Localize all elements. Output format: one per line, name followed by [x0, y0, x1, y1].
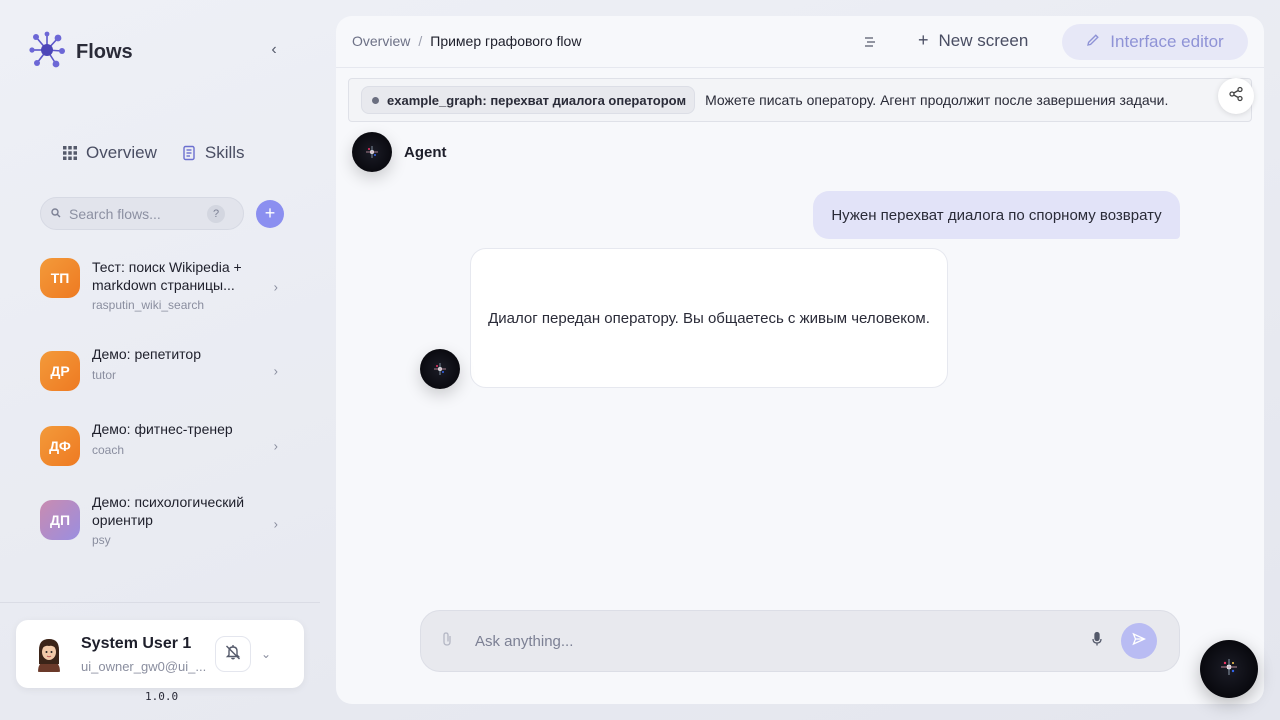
topbar: Overview / Пример графового flow + New s…: [336, 16, 1264, 68]
search-box[interactable]: ?: [40, 197, 244, 230]
agent-header: Agent: [352, 132, 447, 172]
chevron-right-icon: ›: [273, 516, 278, 531]
brand[interactable]: Flows: [28, 31, 133, 74]
bot-message: Диалог передан оператору. Вы общаетесь с…: [470, 248, 948, 388]
list-icon: [862, 37, 878, 54]
flow-avatar: ДП: [40, 500, 80, 540]
help-icon[interactable]: ?: [207, 204, 225, 223]
plus-icon: +: [264, 203, 276, 223]
message-input[interactable]: [475, 632, 1075, 650]
nav-skills-label: Skills: [204, 143, 245, 162]
operator-banner: example_graph: перехват диалога оператор…: [348, 78, 1252, 122]
chevron-right-icon: ›: [273, 438, 278, 454]
nav-skills[interactable]: Skills: [181, 143, 245, 163]
agent-avatar-icon: [420, 349, 460, 389]
search-icon: [51, 205, 61, 223]
agent-name: Agent: [404, 143, 447, 161]
user-message: Нужен перехват диалога по спорному возвр…: [813, 191, 1180, 239]
user-email: ui_owner_gw0@ui_...: [81, 658, 207, 674]
interface-editor-button[interactable]: Interface editor: [1062, 24, 1248, 60]
flow-avatar: ТП: [40, 258, 80, 298]
breadcrumb-separator: /: [418, 33, 423, 49]
nav-overview[interactable]: Overview: [62, 143, 157, 163]
pencil-icon: [1086, 32, 1100, 52]
flow-slug: rasputin_wiki_search: [92, 298, 205, 312]
new-screen-button[interactable]: + New screen: [918, 30, 1028, 51]
app-version: 1.0.0: [145, 690, 179, 703]
sparkle-icon: [1220, 658, 1238, 681]
assistant-fab-button[interactable]: [1200, 640, 1258, 698]
chevron-right-icon: ›: [273, 363, 278, 379]
sidebar-divider: [0, 602, 320, 603]
flow-list: ТП Тест: поиск Wikipedia + markdown стра…: [40, 258, 284, 547]
voice-button[interactable]: [1087, 631, 1107, 651]
status-chip: example_graph: перехват диалога оператор…: [361, 86, 696, 114]
flow-avatar: ДФ: [40, 426, 80, 466]
chevron-right-icon: ›: [273, 279, 278, 295]
notifications-button[interactable]: [215, 636, 251, 672]
composer: [420, 610, 1180, 672]
flow-slug: psy: [92, 533, 111, 547]
collapse-sidebar-button[interactable]: ‹: [264, 40, 284, 60]
user-name: System User 1: [81, 634, 192, 652]
flow-title: Демо: репетитор: [92, 346, 201, 362]
banner-text: Можете писать оператору. Агент продолжит…: [705, 92, 1169, 108]
scroll-icon: [181, 145, 197, 161]
flow-slug: tutor: [92, 368, 117, 382]
status-chip-label: example_graph: перехват диалога оператор…: [387, 92, 687, 108]
attach-icon[interactable]: [441, 631, 453, 652]
flow-title: Тест: поиск Wikipedia + markdown страниц…: [92, 259, 242, 293]
nav-overview-label: Overview: [86, 143, 157, 162]
molecule-logo-icon: [28, 31, 66, 74]
avatar: [34, 636, 64, 672]
brand-name: Flows: [76, 41, 133, 63]
flow-item[interactable]: ДР Демо: репетитор tutor ›: [40, 346, 284, 391]
main-panel: Overview / Пример графового flow + New s…: [336, 16, 1264, 704]
status-dot-icon: [372, 96, 379, 104]
sidebar-nav: Overview Skills: [62, 143, 245, 163]
flow-title: Демо: психологический ориентир: [92, 494, 245, 528]
chevron-left-icon: ‹: [271, 41, 277, 58]
sidebar: Flows ‹ Overview Skills Search flows... …: [0, 0, 320, 720]
flow-item[interactable]: ДФ Демо: фитнес-тренер coach ›: [40, 421, 284, 466]
flow-item[interactable]: ДП Демо: психологический ориентир psy ›: [40, 494, 284, 547]
send-icon: [1132, 632, 1147, 651]
flow-slug: coach: [92, 443, 125, 457]
plus-icon: +: [918, 30, 929, 50]
chevron-down-icon[interactable]: ⌄: [261, 647, 271, 661]
user-card[interactable]: System User 1 ui_owner_gw0@ui_... ⌄: [16, 620, 304, 688]
send-button[interactable]: [1121, 623, 1157, 659]
search-row: ? +: [40, 197, 284, 230]
share-button[interactable]: [1218, 78, 1254, 114]
flow-item[interactable]: ТП Тест: поиск Wikipedia + markdown стра…: [40, 258, 284, 316]
agent-avatar-icon: [352, 132, 392, 172]
search-input[interactable]: [69, 205, 199, 222]
new-screen-label: New screen: [938, 30, 1029, 50]
grid-icon: [62, 145, 78, 161]
bell-off-icon: [224, 643, 242, 666]
flow-avatar: ДР: [40, 351, 80, 391]
flow-title: Демо: фитнес-тренер: [92, 421, 233, 437]
breadcrumb-overview[interactable]: Overview: [352, 33, 410, 49]
microphone-icon: [1091, 631, 1103, 652]
breadcrumb-current: Пример графового flow: [430, 33, 582, 49]
add-flow-button[interactable]: +: [256, 199, 284, 228]
breadcrumb: Overview / Пример графового flow: [352, 33, 581, 49]
interface-editor-label: Interface editor: [1110, 32, 1224, 51]
share-icon: [1228, 86, 1244, 107]
list-view-button[interactable]: [862, 34, 878, 50]
